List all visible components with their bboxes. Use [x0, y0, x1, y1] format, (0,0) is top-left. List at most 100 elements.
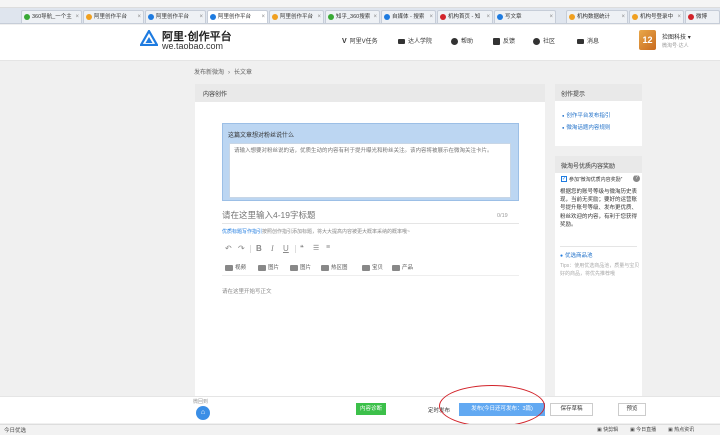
- browser-tab[interactable]: 360导航_一个主 ×: [21, 10, 82, 23]
- browser-tab-active[interactable]: 阿里创作平台 ×: [207, 10, 268, 23]
- status-item[interactable]: ▣ 快剪辑: [597, 426, 618, 433]
- mail-icon: [577, 38, 584, 44]
- insert-hotspot-button[interactable]: 热区图: [321, 263, 348, 271]
- insert-video-button[interactable]: 视频: [225, 263, 246, 271]
- reward-checkbox[interactable]: ✓: [561, 176, 567, 182]
- breadcrumb-item[interactable]: 发布新微淘: [194, 70, 224, 76]
- tips-link-rules[interactable]: 微淘话题内容规则: [562, 123, 610, 131]
- close-icon[interactable]: ×: [549, 11, 553, 23]
- card-summary-textarea[interactable]: [229, 143, 511, 198]
- toolbar-separator: [295, 245, 296, 253]
- tab-label: 360导航_一个主: [32, 14, 72, 20]
- tab-favicon-icon: [440, 14, 446, 20]
- home-icon[interactable]: ⌂: [196, 406, 210, 420]
- browser-tab[interactable]: 阿里创作平台 ×: [83, 10, 144, 23]
- tab-favicon-icon: [632, 14, 638, 20]
- nav-label: 消息: [587, 39, 600, 45]
- publish-button[interactable]: 发布(今日还可发布：3篇): [459, 403, 545, 416]
- browser-tab[interactable]: 机构号登录中 ×: [629, 10, 684, 23]
- body-editor[interactable]: 请在这里开始写正文: [222, 287, 272, 295]
- title-guide-link[interactable]: 优质标题写作指引: [222, 229, 262, 235]
- help-icon[interactable]: ?: [633, 175, 640, 182]
- tab-label: 机构首页 - 知: [448, 14, 481, 20]
- insert-image-button[interactable]: 图片: [290, 263, 311, 271]
- browser-tab[interactable]: 自媒体 - 搜索 ×: [381, 10, 436, 23]
- nav-item-v-task[interactable]: V 阿里V任务: [342, 36, 378, 45]
- chevron-right-icon: ›: [228, 70, 231, 76]
- close-icon[interactable]: ×: [677, 11, 681, 23]
- browser-tab[interactable]: 阿里创作平台 ×: [269, 10, 324, 23]
- title-char-count: 0/19: [497, 213, 508, 219]
- browser-tab[interactable]: 阿里创作平台 ×: [145, 10, 206, 23]
- tab-favicon-icon: [328, 14, 334, 20]
- schedule-publish-link[interactable]: 定时发布: [428, 406, 450, 414]
- feedback-icon: [493, 37, 500, 45]
- browser-tab[interactable]: 微博: [685, 10, 720, 23]
- product-pool-link[interactable]: 优选商品池: [560, 251, 593, 259]
- browser-tab[interactable]: 机构首页 - 知 ×: [437, 10, 493, 23]
- toolbar-separator: [250, 245, 251, 253]
- title-input[interactable]: [222, 210, 472, 220]
- tab-label: 机构号登录中: [640, 14, 674, 20]
- status-left-text[interactable]: 今日优选: [4, 426, 26, 434]
- tab-favicon-icon: [497, 14, 503, 20]
- breadcrumb-current: 长文章: [234, 70, 253, 76]
- content-diagnosis-button[interactable]: 内容诊断: [356, 403, 386, 415]
- nav-item-help[interactable]: 帮助: [451, 36, 473, 45]
- graduation-cap-icon: [398, 38, 405, 44]
- title-tip: 优质标题写作指引按照创作指引添加标题，将大大提高内容被更大概率采纳的概率哦~: [222, 228, 410, 235]
- divider: [222, 223, 519, 224]
- insert-label: 图片: [268, 265, 280, 271]
- reward-description: 根据您的账号等级与微淘历史表现，当前无奖励；要好的运营账号提升账号等级、发布更优…: [560, 189, 638, 228]
- close-icon[interactable]: ×: [429, 11, 433, 23]
- close-icon[interactable]: ×: [317, 11, 321, 23]
- undo-button[interactable]: ↶: [225, 244, 232, 253]
- user-name[interactable]: 捡图科技 ▾: [662, 32, 691, 41]
- insert-item-button[interactable]: 宝贝: [362, 263, 383, 271]
- status-item[interactable]: ▣ 今日直播: [630, 426, 656, 433]
- preview-button[interactable]: 预览: [618, 403, 646, 416]
- insert-image-button[interactable]: 图片: [258, 263, 279, 271]
- close-icon[interactable]: ×: [261, 11, 265, 23]
- nav-item-academy[interactable]: 达人学院: [398, 36, 432, 45]
- quote-icon[interactable]: ❝: [300, 244, 304, 252]
- insert-product-button[interactable]: 产品: [392, 263, 413, 271]
- section-title: 内容创作: [203, 92, 228, 98]
- tab-label: 自媒体 - 搜索: [392, 14, 425, 20]
- list-icon[interactable]: ☰: [313, 244, 319, 252]
- tab-favicon-icon: [569, 14, 575, 20]
- community-icon: [533, 37, 540, 45]
- tab-favicon-icon: [148, 14, 154, 20]
- tab-favicon-icon: [688, 14, 694, 20]
- close-icon[interactable]: ×: [621, 11, 625, 23]
- nav-item-messages[interactable]: 消息: [577, 36, 599, 45]
- logo-triangle-icon[interactable]: [140, 30, 158, 46]
- redo-button[interactable]: ↷: [238, 244, 245, 253]
- product-icon: [392, 264, 400, 271]
- tab-label: 阿里创作平台: [280, 14, 314, 20]
- browser-tab[interactable]: 写文章 ×: [494, 10, 556, 23]
- nav-item-feedback[interactable]: 反馈: [493, 36, 515, 45]
- tips-link-guide[interactable]: 创作平台发布指引: [562, 111, 610, 119]
- status-label: 今日直播: [636, 427, 657, 433]
- close-icon[interactable]: ×: [75, 11, 79, 23]
- close-icon[interactable]: ×: [137, 11, 141, 23]
- tips-title: 创作提示: [561, 92, 586, 98]
- browser-tab[interactable]: 知乎_360搜索 ×: [325, 10, 380, 23]
- tab-label: 写文章: [505, 14, 522, 20]
- ordered-list-icon[interactable]: ≡: [326, 244, 330, 251]
- save-draft-button[interactable]: 保存草稿: [550, 403, 593, 416]
- product-pool-note: Tips：使用优选商品池，质量与宝贝好的商品，将优先推荐哦: [560, 263, 640, 277]
- close-icon[interactable]: ×: [486, 11, 490, 23]
- status-item[interactable]: ▣ 热点资讯: [668, 426, 694, 433]
- close-icon[interactable]: ×: [373, 11, 377, 23]
- user-role: 微淘号·达人: [662, 43, 689, 49]
- browser-tab[interactable]: 机构数据统计 ×: [566, 10, 628, 23]
- close-icon[interactable]: ×: [199, 11, 203, 23]
- nav-item-community[interactable]: 社区: [533, 36, 555, 45]
- underline-button[interactable]: U: [283, 244, 289, 253]
- avatar[interactable]: 12: [639, 30, 656, 50]
- italic-button[interactable]: I: [271, 244, 274, 253]
- bold-button[interactable]: B: [256, 244, 262, 253]
- tab-label: 微博: [696, 14, 708, 20]
